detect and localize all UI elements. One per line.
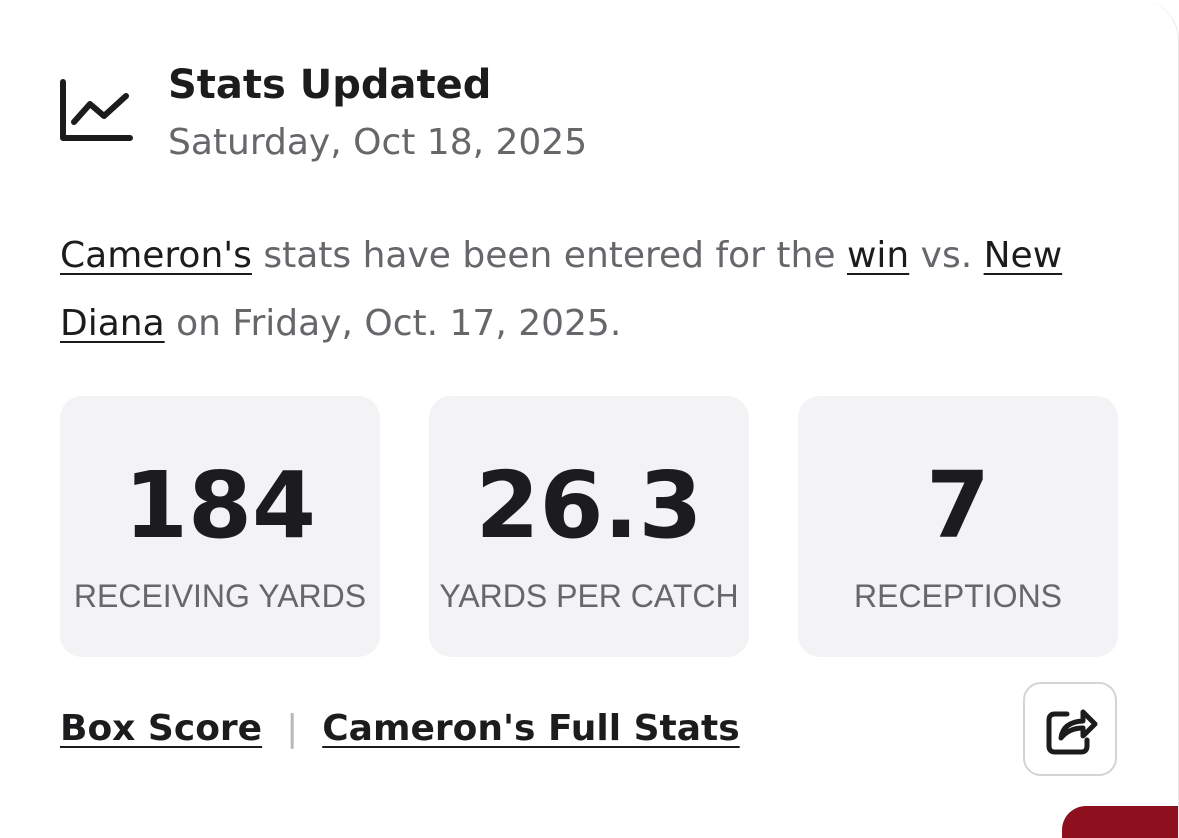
- floating-action-tab[interactable]: [1062, 806, 1178, 838]
- stat-value: 26.3: [475, 452, 703, 559]
- stat-label: YARDS PER CATCH: [439, 578, 739, 614]
- stat-box-receptions: 7 RECEPTIONS: [798, 396, 1118, 657]
- message-text-2: vs.: [909, 235, 984, 276]
- card-title: Stats Updated: [168, 62, 492, 108]
- stat-value: 184: [123, 452, 317, 559]
- message-text-1: stats have been entered for the: [251, 235, 847, 276]
- footer-links: Box Score | Cameron's Full Stats: [60, 708, 740, 749]
- link-separator: |: [286, 708, 299, 749]
- share-button[interactable]: [1023, 682, 1117, 776]
- result-link[interactable]: win: [847, 235, 909, 276]
- player-link[interactable]: Cameron's: [60, 235, 252, 276]
- stats-message: Cameron's stats have been entered for th…: [60, 222, 1130, 358]
- message-text-3: on Friday, Oct. 17, 2025.: [164, 303, 622, 344]
- share-icon: [1046, 709, 1098, 755]
- box-score-link[interactable]: Box Score: [60, 708, 262, 749]
- line-chart-icon: [60, 79, 133, 141]
- update-date: Saturday, Oct 18, 2025: [168, 122, 588, 163]
- stat-label: RECEIVING YARDS: [73, 578, 367, 614]
- stat-value: 7: [925, 452, 990, 559]
- full-stats-link[interactable]: Cameron's Full Stats: [322, 708, 739, 749]
- stat-box-receiving-yards: 184 RECEIVING YARDS: [60, 396, 380, 657]
- stat-box-yards-per-catch: 26.3 YARDS PER CATCH: [429, 396, 749, 657]
- stat-label: RECEPTIONS: [853, 578, 1063, 614]
- stats-card: Stats Updated Saturday, Oct 18, 2025 Cam…: [0, 0, 1179, 838]
